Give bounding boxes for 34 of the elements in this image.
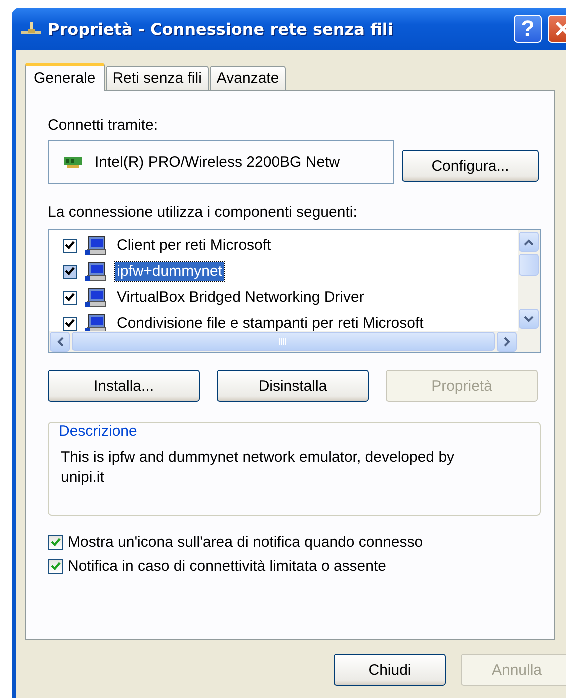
list-item[interactable]: Condivisione file e stampanti per reti Microsoft: [115, 314, 426, 332]
component-button[interactable]: Installa...: [48, 370, 200, 402]
adapter-name: Intel(R) PRO/Wireless 2200BG Netw: [95, 154, 340, 170]
tab[interactable]: Generale: [25, 63, 105, 91]
window-title: Proprietà - Connessione rete senza fili: [48, 20, 394, 38]
option-label[interactable]: Mostra un'icona sull'area di notifica quando connesso: [68, 534, 424, 551]
checkbox[interactable]: [48, 535, 63, 550]
vertical-scrollbar[interactable]: [518, 230, 540, 332]
checkbox[interactable]: [63, 238, 77, 252]
dialog-button[interactable]: Chiudi: [334, 654, 446, 686]
configure-button[interactable]: Configura...: [402, 150, 539, 182]
checkbox[interactable]: [63, 290, 77, 304]
scroll-thumb[interactable]: [519, 254, 539, 276]
component-button[interactable]: Disinstalla: [217, 370, 369, 402]
field-label: Connetti tramite:: [48, 117, 160, 134]
option-label[interactable]: Notifica in caso di connettività limitata o assente: [68, 558, 386, 575]
network-icon: [20, 21, 42, 37]
computer-icon: [85, 288, 107, 308]
list-label: La connessione utilizza i componenti seguenti:: [48, 204, 358, 221]
computer-icon: [85, 236, 107, 256]
checkbox[interactable]: [48, 559, 63, 574]
description-text: This is ipfw and dummynet network emulator, developed by unipi.it: [61, 448, 456, 488]
checkbox[interactable]: [63, 264, 77, 278]
grip-icon: [278, 338, 288, 346]
list-item[interactable]: ipfw+dummynet: [115, 262, 224, 281]
help-button[interactable]: ?: [514, 15, 542, 43]
checkbox[interactable]: [63, 316, 77, 330]
tab[interactable]: Reti senza fili: [106, 66, 209, 90]
list-item[interactable]: Client per reti Microsoft: [115, 236, 274, 255]
list-item[interactable]: VirtualBox Bridged Networking Driver: [115, 288, 366, 307]
computer-icon: [85, 262, 107, 282]
horizontal-scrollbar[interactable]: [49, 331, 540, 352]
network-card-icon: [63, 155, 83, 169]
tab[interactable]: Avanzate: [210, 66, 286, 90]
